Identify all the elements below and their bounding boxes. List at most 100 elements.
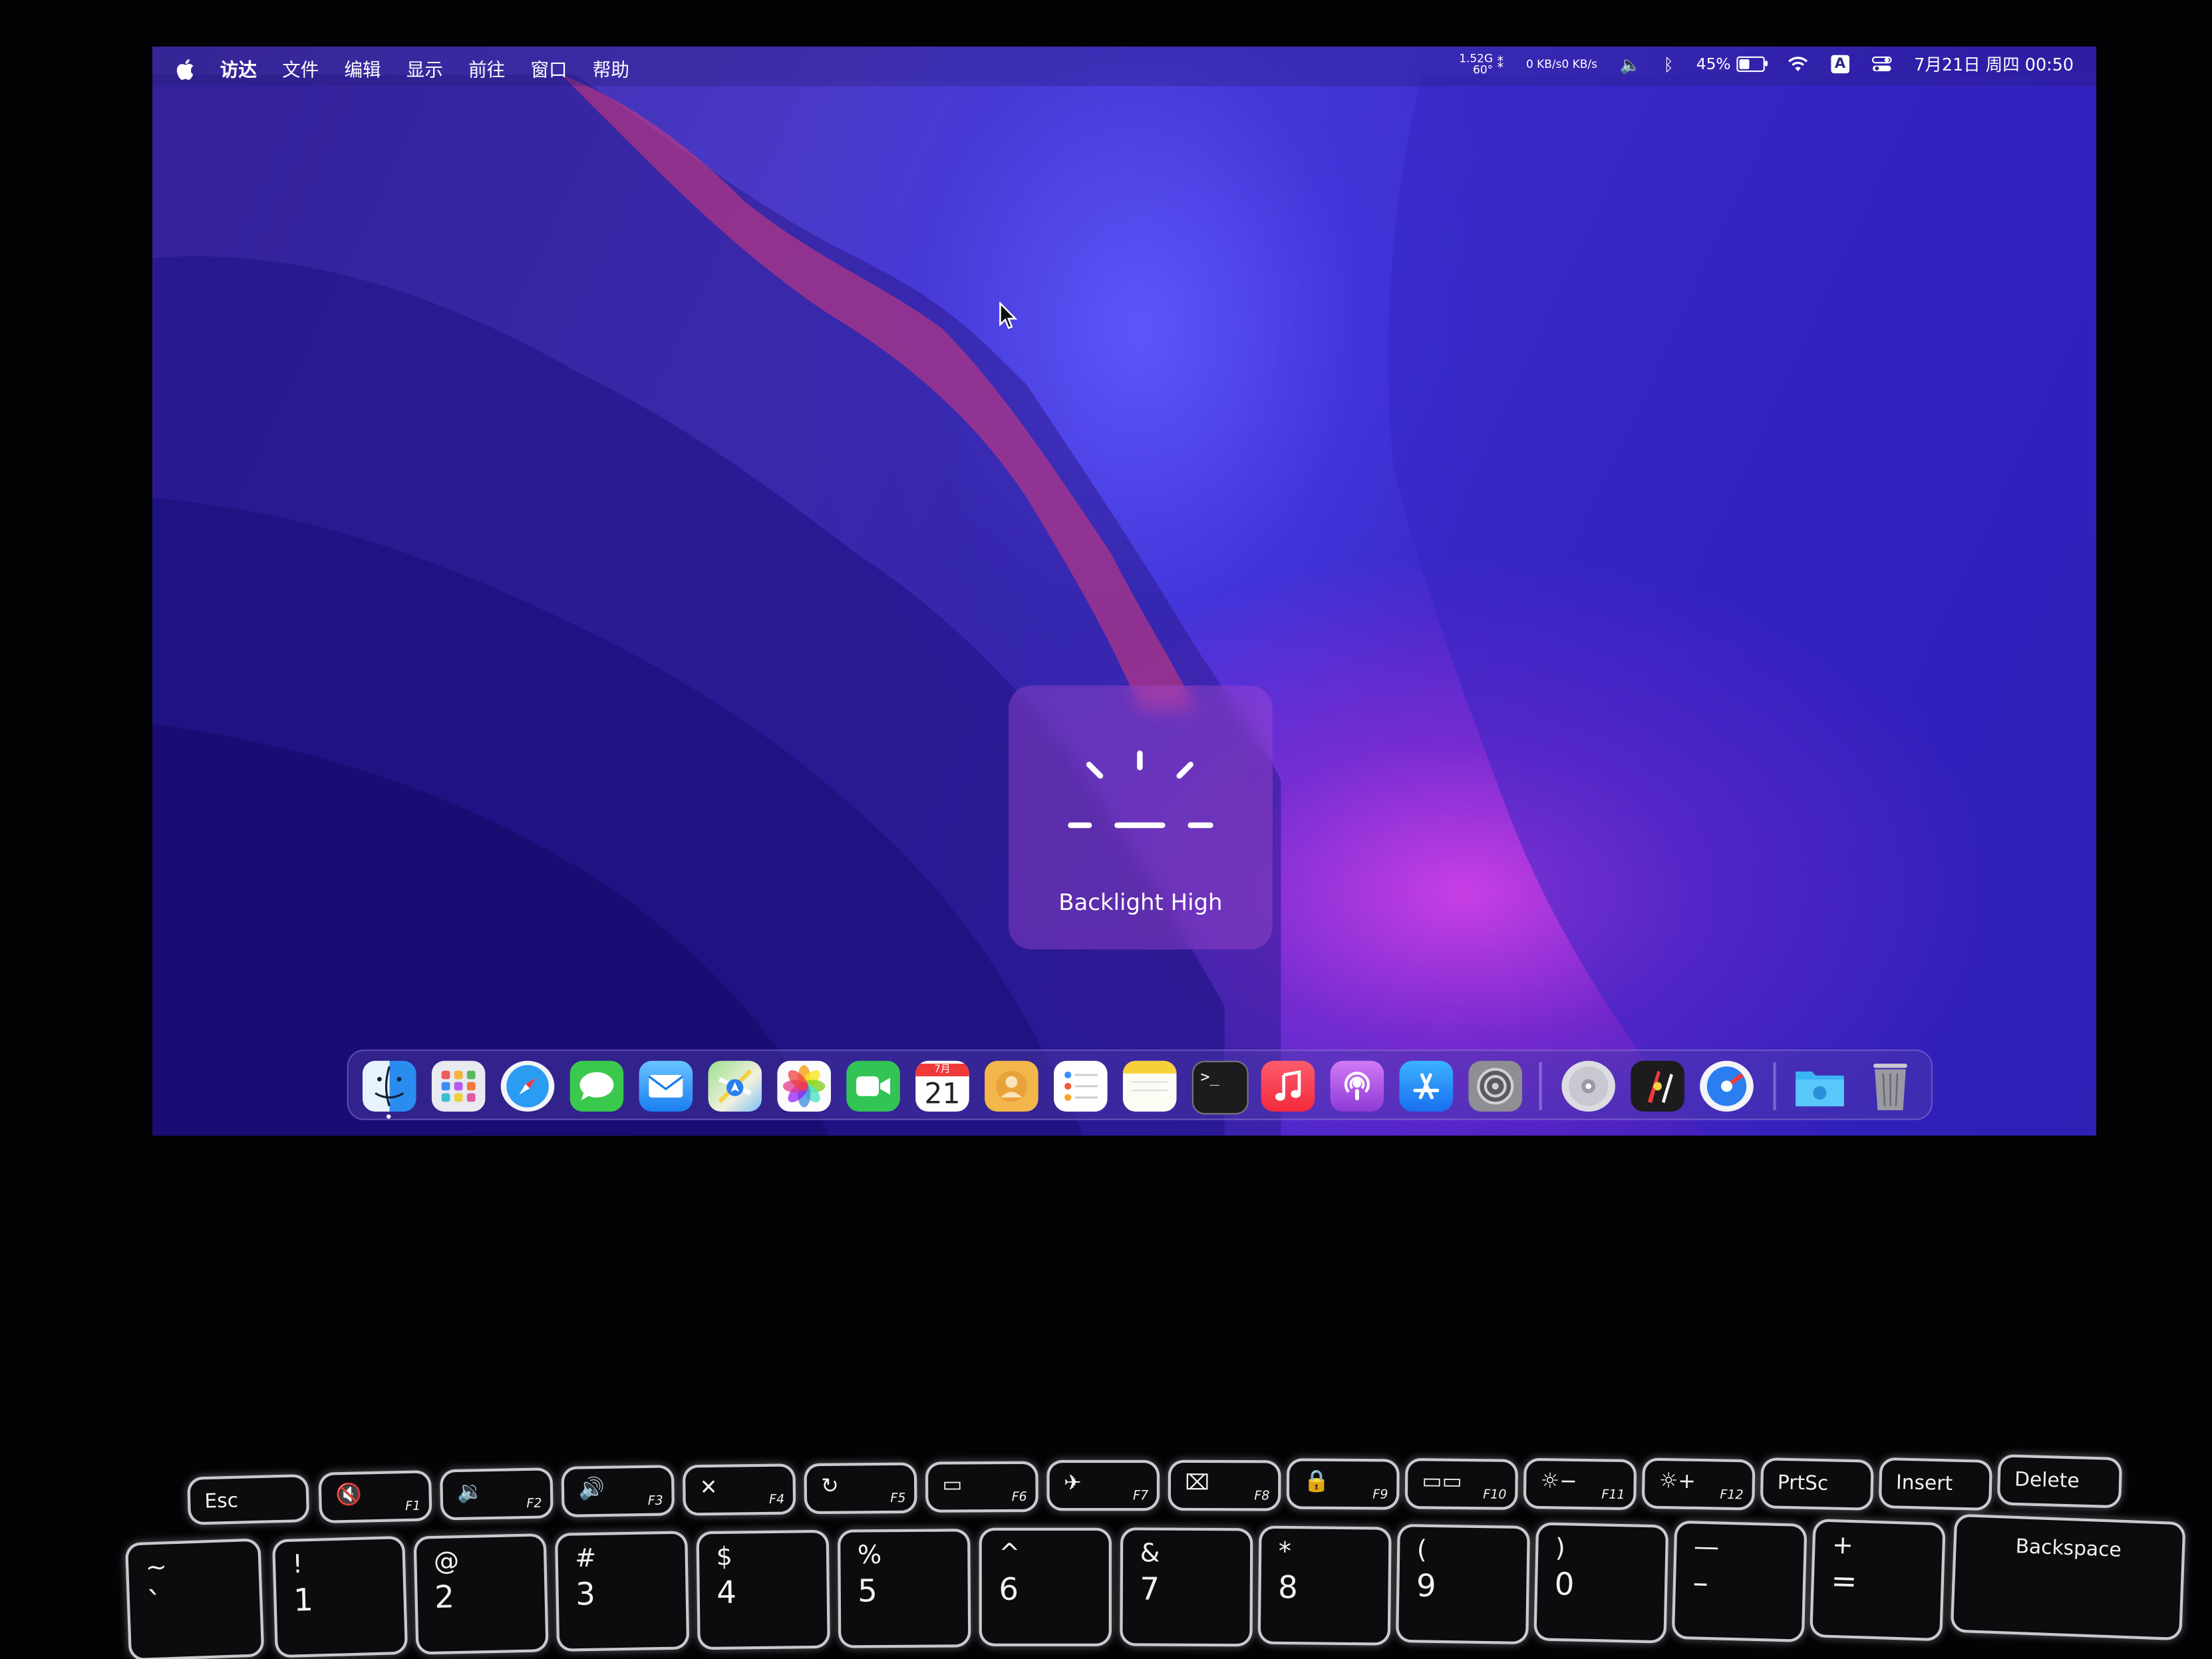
menu-view[interactable]: 显示 xyxy=(406,55,443,82)
volume-up-icon: 🔊 xyxy=(578,1475,605,1502)
key-f9[interactable]: 🔒 F9 xyxy=(1289,1461,1397,1507)
menu-help[interactable]: 帮助 xyxy=(593,55,629,82)
music-icon[interactable] xyxy=(1261,1060,1315,1112)
trash-icon[interactable] xyxy=(1863,1061,1917,1112)
terminal-icon[interactable]: >_ xyxy=(1191,1060,1249,1115)
system-preferences-icon[interactable] xyxy=(1468,1060,1523,1112)
menu-go[interactable]: 前往 xyxy=(468,55,505,82)
dock-separator xyxy=(1539,1062,1542,1110)
key-2[interactable]: @2 xyxy=(416,1536,546,1652)
key-equals[interactable]: + = xyxy=(1812,1521,1943,1638)
maps-icon[interactable] xyxy=(708,1060,762,1112)
network-speed-menu[interactable]: 0 KB/s 0 KB/s xyxy=(1525,57,1597,70)
contacts-icon[interactable] xyxy=(985,1060,1038,1112)
safari-icon[interactable] xyxy=(500,1060,555,1112)
messages-icon[interactable] xyxy=(569,1060,624,1112)
network-down: 0 KB/s xyxy=(1561,57,1597,70)
battery-menu[interactable]: 45% xyxy=(1696,55,1768,74)
refresh-icon: ↻ xyxy=(820,1473,839,1499)
mail-icon[interactable] xyxy=(639,1060,693,1112)
mouse-cursor-icon xyxy=(999,301,1018,329)
key-backtick[interactable]: ~ ` xyxy=(128,1541,262,1659)
brightness-up-icon: ☼+ xyxy=(1659,1467,1696,1494)
key-esc[interactable]: Esc xyxy=(190,1477,307,1523)
menu-finder[interactable]: 访达 xyxy=(220,55,257,82)
key-5[interactable]: % 5 xyxy=(840,1531,969,1646)
dock-separator-2 xyxy=(1773,1062,1776,1110)
calendar-icon[interactable]: 7月 21 xyxy=(915,1060,969,1112)
facetime-icon[interactable] xyxy=(846,1060,900,1112)
key-f6[interactable]: ▭ F6 xyxy=(928,1463,1036,1510)
key-1[interactable]: ! 1 xyxy=(275,1539,405,1656)
key-4[interactable]: $4 xyxy=(699,1533,828,1648)
camera-off-icon: ⌧ xyxy=(1185,1469,1209,1495)
menu-file[interactable]: 文件 xyxy=(282,55,319,82)
key-f8[interactable]: ⌧ F8 xyxy=(1170,1462,1279,1509)
volume-down-icon: 🔉 xyxy=(456,1478,484,1505)
lock-icon: 🔒 xyxy=(1303,1468,1331,1494)
menu-edit[interactable]: 编辑 xyxy=(344,55,381,82)
apple-menu-icon[interactable] xyxy=(175,57,195,80)
key-prtsc[interactable]: PrtSc xyxy=(1762,1460,1871,1508)
laptop-keyboard: Esc 🔇 F1 🔉 F2 🔊 F3 ✕ F4 ↻ F5 ▭ F6 ✈ F7 ⌧ F8 🔒 F9 … xyxy=(0,1425,2212,1659)
temperature-stat: 60° xyxy=(1473,63,1494,76)
key-f11[interactable]: ☼− F11 xyxy=(1525,1460,1635,1508)
key-f7[interactable]: ✈ F7 xyxy=(1049,1463,1157,1509)
menu-clock[interactable]: 7月21日 周四 00:50 xyxy=(1914,52,2074,76)
launchpad-icon[interactable] xyxy=(431,1060,486,1112)
key-7[interactable]: & 7 xyxy=(1122,1530,1251,1644)
key-8[interactable]: * 8 xyxy=(1260,1528,1389,1643)
key-3[interactable]: #3 xyxy=(557,1533,687,1649)
podcasts-icon[interactable] xyxy=(1330,1060,1384,1112)
stats-app-icon[interactable] xyxy=(1700,1060,1754,1112)
dual-display-icon: ▭▭ xyxy=(1422,1468,1462,1494)
finder-icon[interactable] xyxy=(362,1060,416,1112)
key-f12[interactable]: ☼+ F12 xyxy=(1644,1460,1753,1508)
mute-icon: 🔇 xyxy=(335,1481,363,1508)
display-icon: ▭ xyxy=(942,1471,963,1497)
backlight-hud: Backlight High xyxy=(1009,685,1273,950)
key-f10[interactable]: ▭▭ F10 xyxy=(1407,1461,1515,1507)
brightness-down-icon: ☼− xyxy=(1540,1467,1578,1494)
fan-icon: ⁑ xyxy=(1497,57,1504,72)
menu-window[interactable]: 窗口 xyxy=(530,55,567,82)
key-insert[interactable]: Insert xyxy=(1881,1460,1990,1508)
battery-icon xyxy=(1736,56,1768,73)
finder-running-indicator xyxy=(387,1114,391,1119)
network-up: 0 KB/s xyxy=(1525,57,1562,70)
wifi-icon[interactable] xyxy=(1787,57,1808,72)
key-delete[interactable]: Delete xyxy=(1999,1457,2120,1506)
sketch-app-icon[interactable] xyxy=(1631,1060,1684,1112)
dock: 7月 21 >_ xyxy=(347,1049,1933,1120)
volume-icon[interactable]: 🔈 xyxy=(1620,55,1641,75)
notes-icon[interactable] xyxy=(1122,1060,1177,1112)
system-stats-menu[interactable]: 1.52G 60° ⁑ xyxy=(1459,52,1504,76)
key-f5[interactable]: ↻ F5 xyxy=(806,1465,915,1511)
downloads-folder-icon[interactable] xyxy=(1793,1061,1847,1112)
mic-mute-icon: ✕ xyxy=(699,1474,718,1501)
key-6[interactable]: ^ 6 xyxy=(981,1530,1109,1644)
input-method-icon[interactable]: A xyxy=(1831,55,1849,74)
reminders-icon[interactable] xyxy=(1054,1060,1108,1112)
airplane-icon: ✈ xyxy=(1063,1469,1082,1495)
menu-bar: 访达 文件 编辑 显示 前往 窗口 帮助 1.52G 60° ⁑ 0 KB/s 0 … xyxy=(152,46,2097,86)
keyboard-backlight-icon xyxy=(1068,750,1213,828)
key-f3[interactable]: 🔊 F3 xyxy=(563,1467,672,1515)
control-center-icon[interactable] xyxy=(1871,56,1892,72)
key-f4[interactable]: ✕ F4 xyxy=(685,1466,794,1513)
photos-icon[interactable] xyxy=(777,1060,831,1112)
battery-percent: 45% xyxy=(1696,55,1731,74)
key-f1[interactable]: 🔇 F1 xyxy=(321,1473,430,1521)
hud-label: Backlight High xyxy=(1058,889,1223,916)
calendar-day: 21 xyxy=(924,1076,961,1110)
key-f2[interactable]: 🔉 F2 xyxy=(442,1470,551,1518)
key-minus[interactable]: — – xyxy=(1674,1523,1805,1640)
wallpaper-waves xyxy=(152,75,2097,1136)
key-0[interactable]: ) 0 xyxy=(1536,1525,1666,1641)
key-9[interactable]: (9 xyxy=(1398,1527,1527,1642)
disk-utility-icon[interactable] xyxy=(1561,1060,1615,1112)
mac-desktop-screen: 访达 文件 编辑 显示 前往 窗口 帮助 1.52G 60° ⁑ 0 KB/s 0 … xyxy=(152,46,2097,1136)
app-store-icon[interactable] xyxy=(1399,1060,1454,1112)
bluetooth-icon[interactable]: ᛒ xyxy=(1664,55,1674,75)
key-backspace[interactable]: Backspace xyxy=(1953,1516,2183,1638)
